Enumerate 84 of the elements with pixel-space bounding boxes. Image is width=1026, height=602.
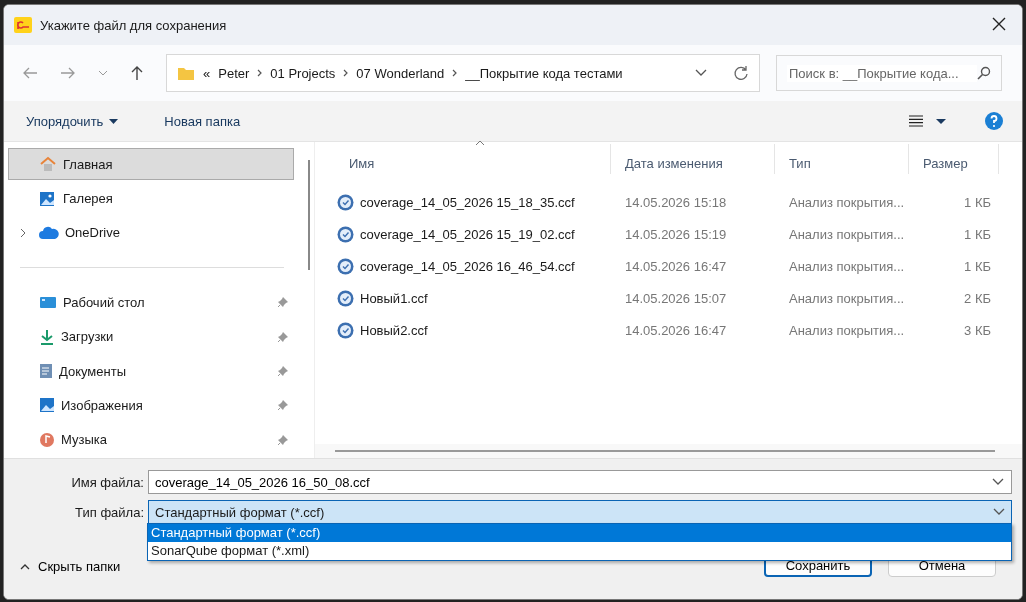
document-icon [39,363,53,380]
chevron-down-icon [98,70,108,76]
file-type: Анализ покрытия... [788,226,906,242]
field-label: Имя файла: [70,474,145,490]
chevron-down-icon [993,508,1005,516]
folder-icon [177,65,195,81]
expand-icon[interactable] [19,227,27,238]
window-title: Укажите файл для сохранения [40,17,228,33]
column-header[interactable]: Имя [335,144,611,174]
image-icon [39,397,55,414]
file-icon [337,289,354,307]
file-name[interactable]: Новый2.ccf [360,322,428,338]
file-date: 14.05.2026 16:47 [624,322,728,338]
sidebar-item[interactable]: OneDrive [8,216,294,250]
breadcrumb-item[interactable]: 07 Wonderland [356,65,445,81]
list-view-icon [908,115,924,127]
sidebar-item[interactable]: Музыка [8,423,294,456]
search-field[interactable]: Поиск в: __Покрытие кода... [776,55,1002,91]
breadcrumb-item[interactable]: __Покрытие кода тестами [465,65,623,81]
file-type: Анализ покрытия... [788,322,906,338]
close-icon [992,16,1006,31]
gallery-icon [39,190,57,207]
chevron-up-icon [20,563,30,570]
new-folder-button[interactable]: Новая папка [156,109,249,133]
forward-arrow-icon [60,66,76,80]
sidebar-item[interactable]: Рабочий стол [8,286,294,319]
file-type-dropdown[interactable]: Стандартный формат (*.ccf) [148,500,1012,524]
app-logo-icon [14,17,32,33]
chevron-down-icon [992,478,1004,486]
file-name[interactable]: coverage_14_05_2026 15_18_35.ccf [360,194,575,210]
sidebar-item[interactable]: Загрузки [8,320,294,353]
column-header[interactable]: Дата изменения [611,144,775,174]
chevron-right-icon[interactable] [452,69,458,77]
column-header[interactable]: Размер [909,144,999,174]
column-header[interactable]: Тип [775,144,909,174]
file-size: 1 КБ [963,226,992,242]
file-type: Анализ покрытия... [788,194,906,210]
address-bar[interactable]: « Peter 01 Projects 07 Wonderland __Покрытие кода тестами [166,54,760,92]
refresh-icon[interactable] [733,65,749,81]
back-arrow-icon [22,66,38,80]
file-size: 3 КБ [963,322,992,338]
music-icon [39,431,55,448]
caret-icon [936,118,946,124]
file-icon [337,257,354,275]
scrollbar-thumb[interactable] [335,450,995,452]
file-name[interactable]: coverage_14_05_2026 15_19_02.ccf [360,226,575,242]
home-icon [39,156,57,173]
cloud-icon [39,225,59,240]
sidebar-item[interactable]: Главная [8,148,294,181]
file-size: 1 КБ [963,258,992,274]
breadcrumb-item[interactable]: 01 Projects [270,65,336,81]
file-icon [337,193,354,211]
file-name-field[interactable]: coverage_14_05_2026 16_50_08.ccf [148,470,1012,494]
file-size: 2 КБ [963,290,992,306]
file-date: 14.05.2026 15:19 [624,226,728,242]
help-icon[interactable] [984,111,1004,131]
dropdown-option[interactable]: Стандартный формат (*.ccf) [148,524,1011,542]
file-icon [337,225,354,243]
chevron-down-icon [695,69,707,77]
scrollbar-thumb[interactable] [308,160,310,270]
file-name[interactable]: Новый1.ccf [360,290,428,306]
desktop-icon [39,295,57,310]
field-label: Тип файла: [74,504,145,520]
download-icon [39,328,55,345]
hide-folders-button[interactable]: Скрыть папки [14,558,127,575]
up-arrow-icon [130,65,144,81]
file-size: 1 КБ [963,194,992,210]
sidebar-item[interactable]: Документы [8,354,294,388]
file-type: Анализ покрытия... [788,290,906,306]
organize-button[interactable]: Упорядочить [18,109,127,133]
caret-icon [109,118,119,124]
file-icon [337,321,354,339]
breadcrumb-overflow[interactable]: « [203,65,211,81]
file-name[interactable]: coverage_14_05_2026 16_46_54.ccf [360,258,575,274]
file-type: Анализ покрытия... [788,258,906,274]
file-date: 14.05.2026 15:07 [624,290,728,306]
sidebar-item[interactable]: Галерея [8,182,294,215]
file-date: 14.05.2026 16:47 [624,258,728,274]
chevron-right-icon[interactable] [343,69,349,77]
breadcrumb-item[interactable]: Peter [218,65,250,81]
search-icon [977,66,991,80]
sidebar-item[interactable]: Изображения [8,389,294,422]
file-date: 14.05.2026 15:18 [624,194,728,210]
chevron-right-icon[interactable] [257,69,263,77]
